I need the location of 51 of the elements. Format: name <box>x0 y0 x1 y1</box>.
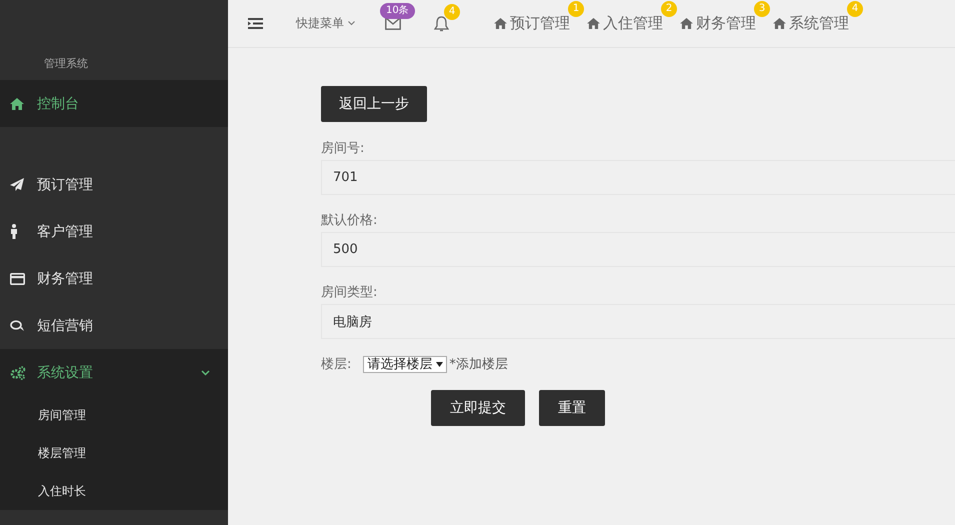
notification-button[interactable] <box>434 16 449 32</box>
sidebar-item[interactable]: 短信营销 <box>0 302 228 349</box>
field-label: 默认价格: <box>321 212 378 229</box>
field-label: 房间号: <box>321 140 364 157</box>
sidebar-item[interactable]: 预订管理 <box>0 161 228 208</box>
input-field[interactable]: 500 <box>321 232 955 267</box>
add-floor-link[interactable]: *添加楼层 <box>449 355 508 373</box>
home-icon <box>773 18 786 29</box>
count-badge: 2 <box>661 1 677 17</box>
paper-plane-icon <box>10 178 24 191</box>
message-count-badge: 10条 <box>380 3 415 19</box>
count-badge: 3 <box>754 1 770 17</box>
sidebar-item[interactable]: 控制台 <box>0 80 228 127</box>
field-label: 楼层: <box>321 356 352 373</box>
system-subtitle: 管理系统 <box>44 56 88 71</box>
home-icon <box>680 18 693 29</box>
home-icon <box>10 98 24 110</box>
reset-button[interactable]: 重置 <box>539 390 605 426</box>
envelope-icon <box>385 17 401 30</box>
chevron-icon <box>201 370 210 376</box>
collapse-menu-button[interactable] <box>248 18 263 29</box>
nav-link[interactable]: 入住管理 <box>587 14 663 33</box>
submit-button[interactable]: 立即提交 <box>431 390 525 426</box>
nav-link[interactable]: 预订管理 <box>494 14 570 33</box>
bell-icon <box>434 16 449 32</box>
chevron-icon <box>348 21 355 26</box>
sidebar-subitem[interactable]: 楼层管理 <box>0 434 228 472</box>
floor-select[interactable]: 请选择楼层 <box>363 356 448 372</box>
back-button[interactable]: 返回上一步 <box>321 86 427 122</box>
nav-link[interactable]: 财务管理 <box>680 14 756 33</box>
home-icon <box>587 18 600 29</box>
count-badge: 1 <box>568 1 584 17</box>
chat-bubbles-icon <box>10 320 25 332</box>
mail-button[interactable] <box>385 17 401 30</box>
dropdown-arrow-icon <box>436 362 444 366</box>
sidebar-subitem[interactable]: 房间管理 <box>0 396 228 434</box>
credit-card-icon <box>10 272 25 284</box>
nav-link[interactable]: 系统管理 <box>773 14 849 33</box>
field-label: 房间类型: <box>321 284 378 301</box>
home-icon <box>494 18 507 29</box>
sidebar-item[interactable]: 系统设置 <box>0 349 228 396</box>
sidebar-item[interactable]: 财务管理 <box>0 255 228 302</box>
input-field[interactable]: 电脑房 <box>321 304 955 339</box>
person-icon <box>10 224 18 239</box>
notification-badge: 4 <box>444 4 460 20</box>
sidebar-subitem[interactable]: 入住时长 <box>0 472 228 510</box>
quick-menu-dropdown[interactable]: 快捷菜单 <box>296 15 355 32</box>
sidebar-item[interactable]: 客户管理 <box>0 208 228 255</box>
input-field[interactable]: 701 <box>321 160 955 195</box>
count-badge: 4 <box>847 1 863 17</box>
indent-icon <box>248 18 263 29</box>
